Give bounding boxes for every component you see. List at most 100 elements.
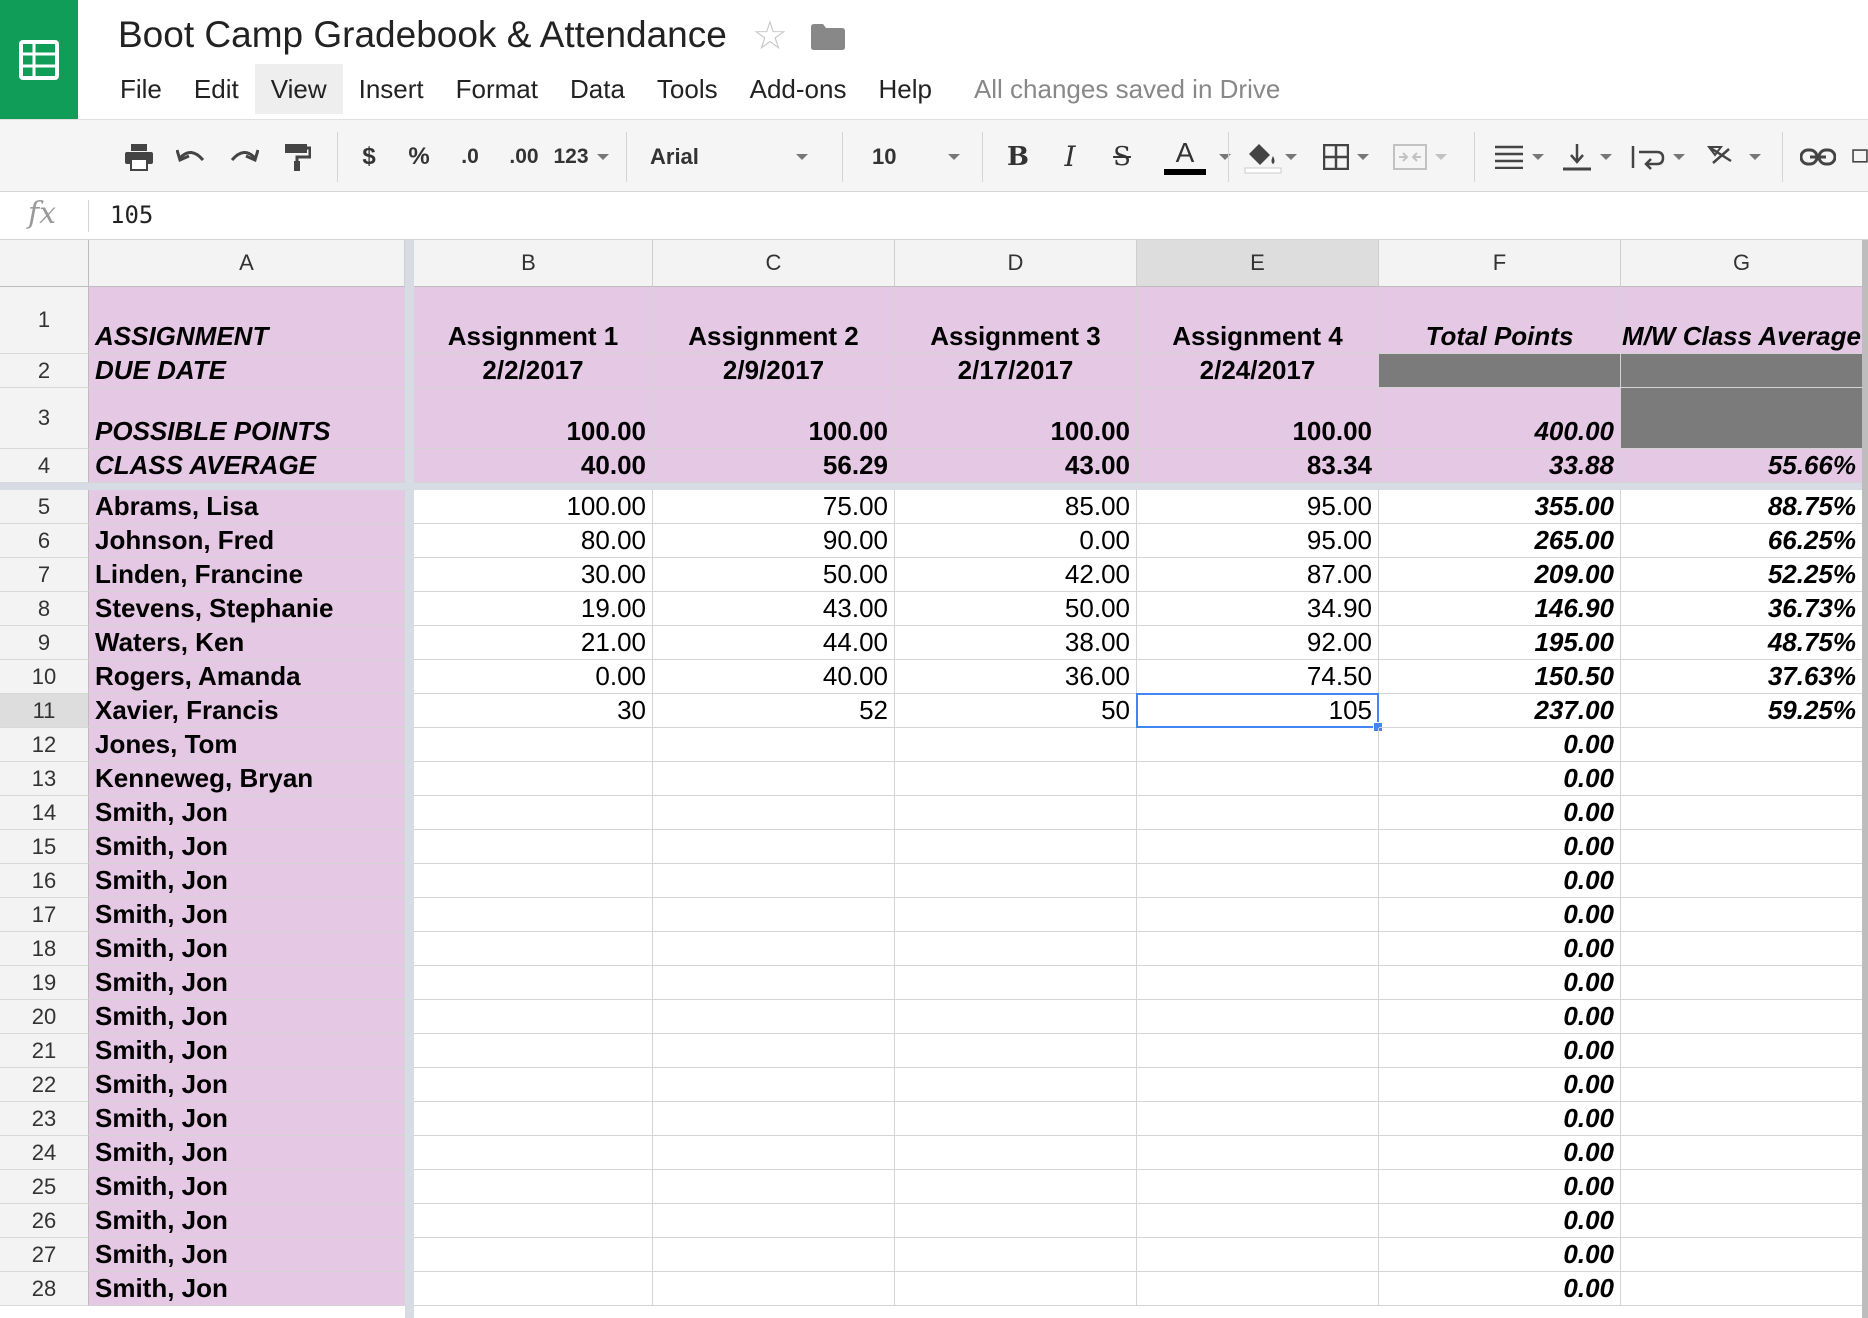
row-header-17[interactable]: 17 xyxy=(0,898,89,932)
cell-f9[interactable]: 195.00 xyxy=(1379,626,1621,660)
cell-e13[interactable] xyxy=(1137,762,1379,796)
cell-d14[interactable] xyxy=(895,796,1137,830)
cell-a7[interactable]: Linden, Francine xyxy=(89,558,405,592)
cell-a15[interactable]: Smith, Jon xyxy=(89,830,405,864)
cell-d4[interactable]: 43.00 xyxy=(895,449,1137,483)
cell-a27[interactable]: Smith, Jon xyxy=(89,1238,405,1272)
font-size-dropdown[interactable]: 10 xyxy=(858,120,968,193)
row-header-15[interactable]: 15 xyxy=(0,830,89,864)
row-header-12[interactable]: 12 xyxy=(0,728,89,762)
star-icon[interactable]: ☆ xyxy=(752,16,788,56)
row-header-26[interactable]: 26 xyxy=(0,1204,89,1238)
cell-a3[interactable]: POSSIBLE POINTS xyxy=(89,388,405,449)
row-header-18[interactable]: 18 xyxy=(0,932,89,966)
row-header-7[interactable]: 7 xyxy=(0,558,89,592)
text-color-button[interactable]: A xyxy=(1150,120,1220,193)
cell-c28[interactable] xyxy=(653,1272,895,1306)
row-header-14[interactable]: 14 xyxy=(0,796,89,830)
sheets-logo-icon[interactable] xyxy=(0,0,78,119)
cell-d11[interactable]: 50 xyxy=(895,694,1137,728)
cell-f12[interactable]: 0.00 xyxy=(1379,728,1621,762)
row-header-13[interactable]: 13 xyxy=(0,762,89,796)
row-header-4[interactable]: 4 xyxy=(0,449,89,483)
cell-f28[interactable]: 0.00 xyxy=(1379,1272,1621,1306)
cell-a16[interactable]: Smith, Jon xyxy=(89,864,405,898)
cell-b8[interactable]: 19.00 xyxy=(414,592,653,626)
bold-button[interactable]: B xyxy=(997,120,1039,193)
cell-d16[interactable] xyxy=(895,864,1137,898)
cell-g14[interactable] xyxy=(1621,796,1863,830)
cell-d21[interactable] xyxy=(895,1034,1137,1068)
cell-f10[interactable]: 150.50 xyxy=(1379,660,1621,694)
column-header-f[interactable]: F xyxy=(1379,240,1621,287)
cell-g27[interactable] xyxy=(1621,1238,1863,1272)
cell-c20[interactable] xyxy=(653,1000,895,1034)
cell-f15[interactable]: 0.00 xyxy=(1379,830,1621,864)
cell-e5[interactable]: 95.00 xyxy=(1137,490,1379,524)
cell-f21[interactable]: 0.00 xyxy=(1379,1034,1621,1068)
cell-a12[interactable]: Jones, Tom xyxy=(89,728,405,762)
row-header-8[interactable]: 8 xyxy=(0,592,89,626)
cell-d2[interactable]: 2/17/2017 xyxy=(895,354,1137,388)
cell-b3[interactable]: 100.00 xyxy=(414,388,653,449)
cell-f5[interactable]: 355.00 xyxy=(1379,490,1621,524)
cell-d19[interactable] xyxy=(895,966,1137,1000)
cell-c5[interactable]: 75.00 xyxy=(653,490,895,524)
vertical-scrollbar[interactable] xyxy=(1862,240,1868,1318)
cell-g21[interactable] xyxy=(1621,1034,1863,1068)
cell-a11[interactable]: Xavier, Francis xyxy=(89,694,405,728)
cell-b26[interactable] xyxy=(414,1204,653,1238)
cell-d18[interactable] xyxy=(895,932,1137,966)
cell-d27[interactable] xyxy=(895,1238,1137,1272)
cell-c24[interactable] xyxy=(653,1136,895,1170)
paint-format-icon[interactable] xyxy=(276,120,318,193)
cell-g17[interactable] xyxy=(1621,898,1863,932)
cell-c7[interactable]: 50.00 xyxy=(653,558,895,592)
undo-icon[interactable] xyxy=(170,120,212,193)
cell-f4[interactable]: 33.88 xyxy=(1379,449,1621,483)
cell-g1[interactable]: M/W Class Average xyxy=(1621,287,1863,354)
column-header-c[interactable]: C xyxy=(653,240,895,287)
insert-link-icon[interactable] xyxy=(1794,120,1842,193)
cell-e7[interactable]: 87.00 xyxy=(1137,558,1379,592)
fill-color-icon[interactable] xyxy=(1240,120,1300,193)
row-header-27[interactable]: 27 xyxy=(0,1238,89,1272)
menu-addons[interactable]: Add-ons xyxy=(734,64,863,114)
decrease-decimal-button[interactable]: .0 xyxy=(448,120,492,193)
cell-f1[interactable]: Total Points xyxy=(1379,287,1621,354)
cell-e18[interactable] xyxy=(1137,932,1379,966)
cell-g20[interactable] xyxy=(1621,1000,1863,1034)
cell-e27[interactable] xyxy=(1137,1238,1379,1272)
cell-c22[interactable] xyxy=(653,1068,895,1102)
cell-c26[interactable] xyxy=(653,1204,895,1238)
cell-e15[interactable] xyxy=(1137,830,1379,864)
cell-g25[interactable] xyxy=(1621,1170,1863,1204)
cell-c11[interactable]: 52 xyxy=(653,694,895,728)
redo-icon[interactable] xyxy=(223,120,265,193)
cell-c2[interactable]: 2/9/2017 xyxy=(653,354,895,388)
merge-cells-icon[interactable] xyxy=(1390,120,1450,193)
cell-a18[interactable]: Smith, Jon xyxy=(89,932,405,966)
vertical-align-icon[interactable] xyxy=(1556,120,1618,193)
cell-g15[interactable] xyxy=(1621,830,1863,864)
cell-f23[interactable]: 0.00 xyxy=(1379,1102,1621,1136)
cell-b6[interactable]: 80.00 xyxy=(414,524,653,558)
cell-f14[interactable]: 0.00 xyxy=(1379,796,1621,830)
horizontal-align-icon[interactable] xyxy=(1488,120,1550,193)
cell-b19[interactable] xyxy=(414,966,653,1000)
cell-a20[interactable]: Smith, Jon xyxy=(89,1000,405,1034)
cell-e9[interactable]: 92.00 xyxy=(1137,626,1379,660)
cell-g19[interactable] xyxy=(1621,966,1863,1000)
cell-c14[interactable] xyxy=(653,796,895,830)
cell-c6[interactable]: 90.00 xyxy=(653,524,895,558)
cell-g4[interactable]: 55.66% xyxy=(1621,449,1863,483)
cell-a13[interactable]: Kenneweg, Bryan xyxy=(89,762,405,796)
cell-a1[interactable]: ASSIGNMENT xyxy=(89,287,405,354)
menu-edit[interactable]: Edit xyxy=(178,64,255,114)
cell-e8[interactable]: 34.90 xyxy=(1137,592,1379,626)
cell-e24[interactable] xyxy=(1137,1136,1379,1170)
cell-g7[interactable]: 52.25% xyxy=(1621,558,1863,592)
cell-b21[interactable] xyxy=(414,1034,653,1068)
cell-f27[interactable]: 0.00 xyxy=(1379,1238,1621,1272)
cell-b12[interactable] xyxy=(414,728,653,762)
